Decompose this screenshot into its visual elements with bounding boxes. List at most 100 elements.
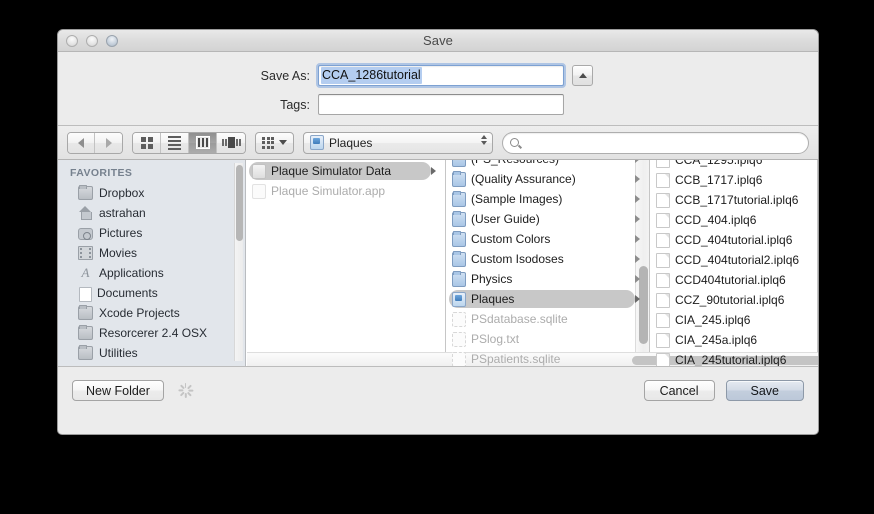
document-icon [656,212,670,228]
tags-label: Tags: [280,97,310,112]
disclosure-arrow-icon [635,255,640,263]
list-item-label: CCD404tutorial.iplq6 [675,273,786,287]
search-input[interactable] [502,131,809,154]
column-view-button[interactable] [189,132,217,153]
list-item[interactable]: Plaques [446,289,649,309]
list-item-label: Plaques [471,292,515,306]
list-item[interactable]: CIA_245a.iplq6 [650,330,817,350]
disclosure-arrow-icon [635,160,640,163]
view-mode-buttons [132,131,246,154]
documents-icon [79,287,92,302]
list-item-label: (Quality Assurance) [471,172,576,186]
list-item-label: PSpatients.sqlite [471,352,561,366]
save-as-row: Save As: CCA_1286tutorial [58,63,818,88]
list-icon [168,135,181,150]
sidebar-item-label: Dropbox [99,186,145,200]
folder-icon [78,325,93,340]
app-icon [252,183,266,199]
document-icon [656,232,670,248]
sidebar: FAVORITES Dropbox astrahan Pictures Movi… [58,160,246,366]
back-button[interactable] [68,132,95,153]
list-item[interactable]: Plaque Simulator.app [246,181,445,201]
camera-icon [78,227,93,240]
tags-input[interactable] [318,94,564,115]
column-2-scrollbar-thumb[interactable] [639,266,648,344]
list-item[interactable]: CIA_245.iplq6 [650,310,817,330]
document-icon [656,332,670,348]
sidebar-scrollbar-thumb[interactable] [236,165,243,241]
document-icon [656,172,670,188]
sidebar-item-dropbox[interactable]: Dropbox [58,183,245,203]
chevron-down-icon [279,140,287,145]
sidebar-item-label: astrahan [99,206,146,220]
name-and-tags-panel: Save As: CCA_1286tutorial Tags: [58,52,818,126]
arrow-right-icon [105,137,112,148]
new-folder-button[interactable]: New Folder [72,380,164,401]
save-as-value: CCA_1286tutorial [321,67,422,84]
list-item[interactable]: PSlog.txt [446,329,649,349]
folder-icon [452,190,466,207]
list-item[interactable]: CCD_404tutorial2.iplq6 [650,250,817,270]
folder-icon [78,345,93,360]
grid-icon [140,136,153,149]
list-item[interactable]: (Quality Assurance) [446,169,649,189]
path-popup-button[interactable]: Plaques [303,131,493,154]
document-icon [656,192,670,208]
navigation-buttons [67,131,123,154]
list-item-label: Plaque Simulator Data [271,164,392,178]
list-view-button[interactable] [161,132,189,153]
list-item-label: PSdatabase.sqlite [471,312,568,326]
save-dialog-window: Save Save As: CCA_1286tutorial Tags: Pla… [57,29,819,435]
column-2-scrollbar[interactable]: || [635,160,649,366]
window-titlebar[interactable]: Save [58,30,818,52]
cancel-button[interactable]: Cancel [643,380,715,401]
list-item-label: Plaque Simulator.app [271,184,386,198]
list-item[interactable]: PSdatabase.sqlite [446,309,649,329]
list-item-label: (User Guide) [471,212,540,226]
list-item[interactable]: CCZ_90tutorial.iplq6 [650,290,817,310]
forward-button[interactable] [95,132,122,153]
list-item[interactable]: Custom Colors [446,229,649,249]
folder-icon [452,170,466,187]
list-item[interactable]: (PS_Resources) [446,160,649,169]
expand-browser-button[interactable] [572,65,593,86]
sidebar-scrollbar[interactable] [234,163,243,361]
path-popup-label: Plaques [329,135,373,150]
list-item[interactable]: CCA_1295.iplq6 [650,160,817,170]
list-item[interactable]: Custom Isodoses [446,249,649,269]
save-button[interactable]: Save [725,380,804,401]
sidebar-item-documents[interactable]: Documents [58,283,245,303]
folder-open-icon [452,291,466,307]
browser-column-3: CCA_1295.iplq6 CCB_1717.iplq6 CCB_1717tu… [650,160,818,366]
columns-icon [195,136,210,149]
icon-view-button[interactable] [133,132,161,153]
sidebar-item-utilities[interactable]: Utilities [58,343,245,363]
sidebar-item-astrahan[interactable]: astrahan [58,203,245,223]
folder-app-icon [252,163,266,179]
coverflow-view-button[interactable] [217,132,245,153]
folder-open-icon [310,135,324,150]
action-menu-button[interactable] [255,131,294,154]
list-item[interactable]: CCB_1717tutorial.iplq6 [650,190,817,210]
list-item-label: Custom Colors [471,232,551,246]
list-item[interactable]: CCB_1717.iplq6 [650,170,817,190]
sidebar-item-movies[interactable]: Movies [58,243,245,263]
document-icon [656,252,670,268]
sidebar-item-resorcerer[interactable]: Resorcerer 2.4 OSX [58,323,245,343]
arrow-left-icon [78,137,84,148]
list-item[interactable]: Plaque Simulator Data [246,161,445,181]
sidebar-item-applications[interactable]: A Applications [58,263,245,283]
list-item-label: CIA_245a.iplq6 [675,333,758,347]
list-item-label: (Sample Images) [471,192,563,206]
sidebar-item-label: Utilities [99,346,138,360]
list-item[interactable]: (Sample Images) [446,189,649,209]
save-as-input[interactable]: CCA_1286tutorial [316,63,566,88]
sidebar-item-pictures[interactable]: Pictures [58,223,245,243]
browser-toolbar: Plaques [58,126,818,160]
list-item[interactable]: (User Guide) [446,209,649,229]
list-item[interactable]: CCD_404.iplq6 [650,210,817,230]
list-item[interactable]: Physics [446,269,649,289]
sidebar-item-xcode-projects[interactable]: Xcode Projects [58,303,245,323]
list-item[interactable]: CCD_404tutorial.iplq6 [650,230,817,250]
list-item[interactable]: CCD404tutorial.iplq6 [650,270,817,290]
